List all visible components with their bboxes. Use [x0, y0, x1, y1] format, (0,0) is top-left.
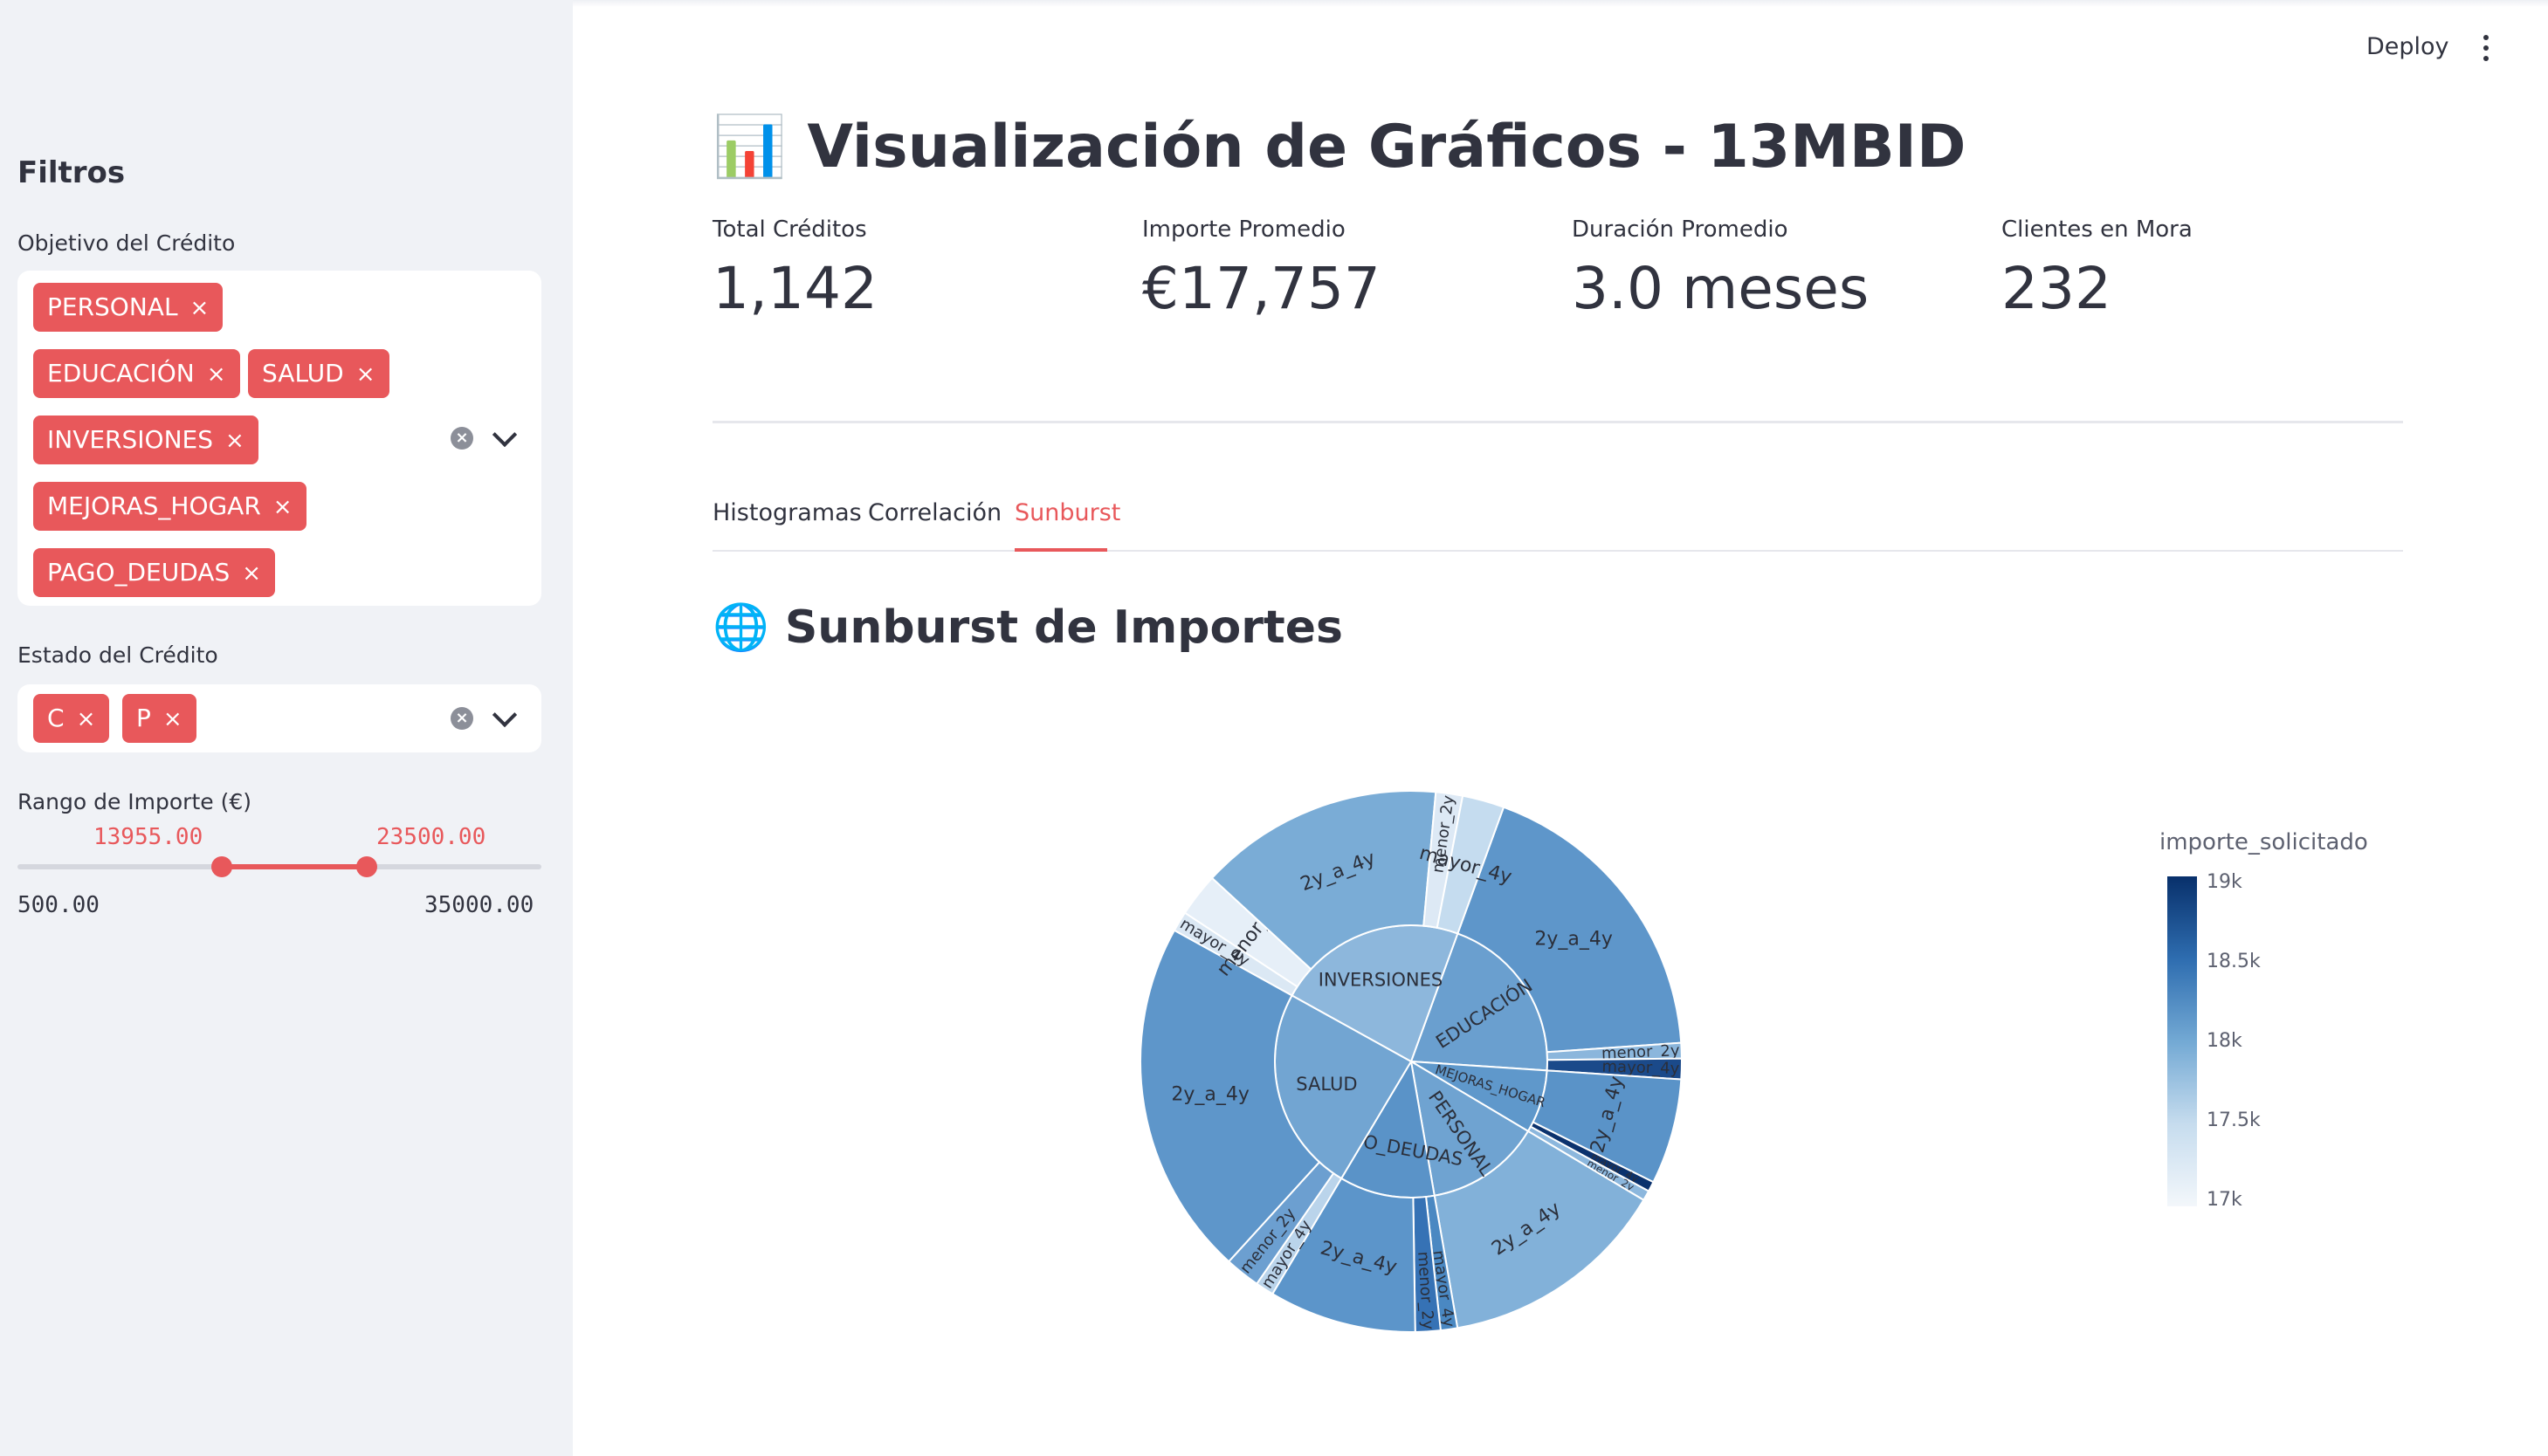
chip-educacion[interactable]: EDUCACIÓN × — [33, 349, 240, 398]
chevron-down-icon[interactable] — [492, 702, 518, 728]
chip-label: MEJORAS_HOGAR — [47, 491, 261, 520]
globe-icon: 🌐 — [713, 601, 769, 654]
chip-label: EDUCACIÓN — [47, 359, 195, 388]
metric-label: Clientes en Mora — [2001, 216, 2193, 243]
top-decoration — [573, 0, 2548, 7]
chip-pago-deudas[interactable]: PAGO_DEUDAS × — [33, 548, 276, 597]
chip-label: PERSONAL — [47, 292, 178, 321]
remove-chip-icon[interactable]: × — [356, 361, 375, 388]
section-title-text: Sunburst de Importes — [784, 601, 1343, 654]
remove-chip-icon[interactable]: × — [207, 361, 226, 388]
remove-chip-icon[interactable]: × — [225, 428, 244, 454]
metric-value: 232 — [2001, 255, 2111, 322]
sunburst-inner-label: SALUD — [1296, 1074, 1357, 1095]
colorbar-tick: 18k — [2207, 1030, 2242, 1052]
range-slider-low-thumb[interactable] — [211, 856, 232, 877]
objetivo-multiselect[interactable]: PERSONAL × EDUCACIÓN × SALUD × INVERSIONES ×… — [17, 271, 541, 606]
metric-label: Duración Promedio — [1572, 216, 1788, 243]
remove-chip-icon[interactable]: × — [163, 706, 182, 732]
divider — [713, 421, 2403, 423]
rango-label: Rango de Importe (€) — [17, 789, 252, 814]
chip-salud[interactable]: SALUD × — [248, 349, 389, 398]
metric-label: Importe Promedio — [1142, 216, 1346, 243]
chip-label: INVERSIONES — [47, 425, 213, 454]
more-options-icon[interactable] — [2483, 35, 2490, 66]
remove-chip-icon[interactable]: × — [273, 494, 293, 520]
colorbar-tick: 18.5k — [2207, 951, 2261, 972]
tab-sunburst[interactable]: Sunburst — [1015, 499, 1120, 526]
page-title-text: Visualización de Gráficos - 13MBID — [807, 113, 1966, 182]
metric-value: 3.0 meses — [1572, 255, 1870, 322]
sunburst-chart[interactable]: 2y_a_4ymenor_2ymayor_4yEDUCACIÓN2y_a_4ym… — [1048, 751, 2008, 1397]
section-title: 🌐 Sunburst de Importes — [713, 601, 1343, 654]
sidebar: Filtros Objetivo del Crédito PERSONAL × E… — [0, 0, 573, 1456]
estado-multiselect[interactable]: C × P × × — [17, 684, 541, 752]
colorbar-tick: 19k — [2207, 871, 2242, 893]
bar-chart-icon: 📊 — [713, 113, 787, 182]
metric-label: Total Créditos — [713, 216, 867, 243]
metric-value: €17,757 — [1142, 255, 1381, 322]
clear-all-icon[interactable]: × — [451, 707, 473, 730]
clear-all-icon[interactable]: × — [451, 427, 473, 450]
tab-histogramas[interactable]: Histogramas — [713, 499, 862, 526]
sunburst-outer-label: 2y_a_4y — [1171, 1083, 1250, 1105]
chip-label: PAGO_DEUDAS — [47, 558, 231, 587]
slider-min-label: 500.00 — [17, 892, 100, 918]
colorbar-title: importe_solicitado — [2159, 829, 2368, 855]
chip-personal[interactable]: PERSONAL × — [33, 283, 224, 332]
chip-label: C — [47, 704, 65, 732]
chip-c[interactable]: C × — [33, 694, 110, 743]
range-slider-fill — [222, 864, 367, 869]
slider-high-value: 23500.00 — [376, 824, 486, 850]
sidebar-title: Filtros — [17, 155, 126, 190]
slider-max-label: 35000.00 — [424, 892, 534, 918]
chip-p[interactable]: P × — [122, 694, 196, 743]
chip-label: SALUD — [262, 359, 344, 388]
metric-value: 1,142 — [713, 255, 878, 322]
objetivo-label: Objetivo del Crédito — [17, 230, 236, 256]
chevron-down-icon[interactable] — [492, 422, 518, 448]
remove-chip-icon[interactable]: × — [190, 295, 210, 321]
tab-correlacion[interactable]: Correlación — [868, 499, 1002, 526]
deploy-button[interactable]: Deploy — [2366, 33, 2449, 60]
remove-chip-icon[interactable]: × — [242, 560, 261, 587]
chip-mejoras-hogar[interactable]: MEJORAS_HOGAR × — [33, 482, 306, 531]
chip-label: P — [136, 704, 151, 732]
range-slider-high-thumb[interactable] — [356, 856, 377, 877]
estado-label: Estado del Crédito — [17, 642, 218, 668]
remove-chip-icon[interactable]: × — [77, 706, 96, 732]
colorbar-tick: 17k — [2207, 1189, 2242, 1211]
slider-low-value: 13955.00 — [93, 824, 203, 850]
sunburst-inner-label: INVERSIONES — [1319, 969, 1443, 990]
chip-inversiones[interactable]: INVERSIONES × — [33, 416, 258, 464]
tabs-rule — [713, 550, 2403, 552]
colorbar — [2167, 876, 2197, 1206]
colorbar-tick: 17.5k — [2207, 1109, 2261, 1131]
active-tab-indicator — [1015, 548, 1107, 552]
sunburst-outer-label: 2y_a_4y — [1534, 928, 1613, 950]
page-title: 📊 Visualización de Gráficos - 13MBID — [713, 112, 1966, 182]
